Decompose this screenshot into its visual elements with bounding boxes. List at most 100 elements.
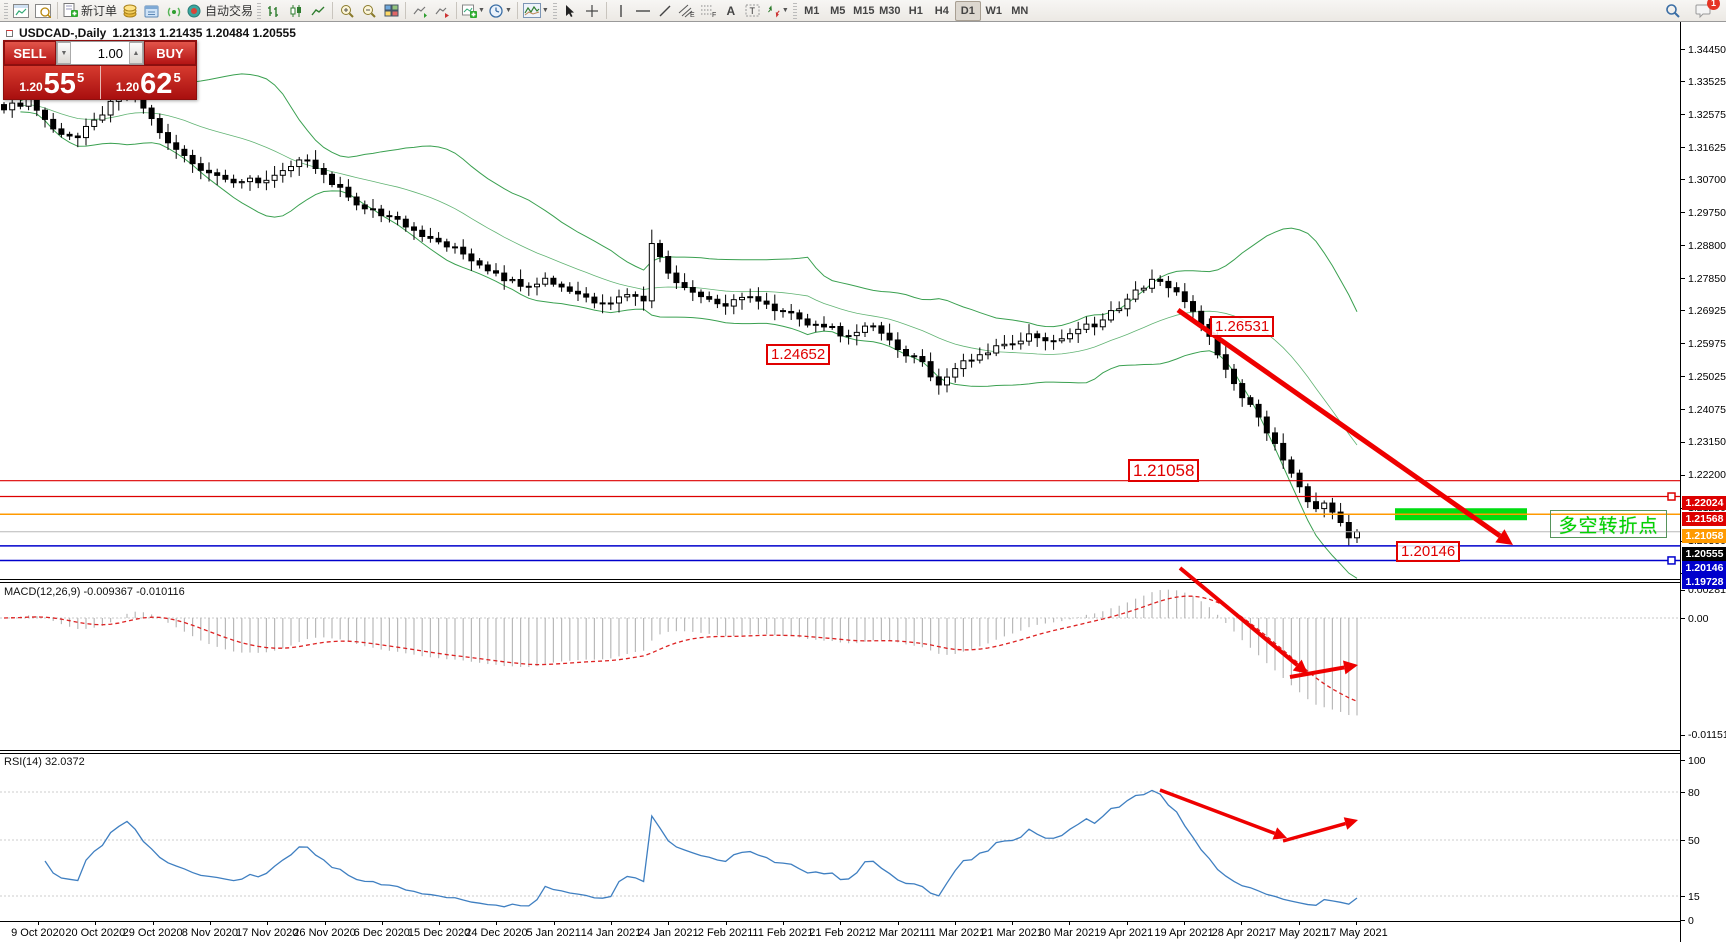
- toolbar-grip[interactable]: [257, 3, 261, 19]
- candle-down: [67, 134, 72, 136]
- new-chart-dropdown[interactable]: ▼: [460, 1, 487, 21]
- price-annotation[interactable]: 1.21058: [1128, 459, 1199, 482]
- toolbar-grip[interactable]: [793, 3, 797, 19]
- trend-arrow-macd-down[interactable]: [1180, 568, 1308, 674]
- trend-note-box[interactable]: 多空转折点: [1550, 510, 1667, 538]
- candle-up: [1355, 532, 1360, 538]
- search-icon[interactable]: [1662, 1, 1684, 21]
- timeframe-button-d1[interactable]: D1: [955, 1, 981, 21]
- macd-signal-line: [4, 596, 1357, 701]
- bollinger-middle-band: [20, 105, 1357, 445]
- tile-windows-icon[interactable]: [380, 1, 402, 21]
- macd-pane[interactable]: [0, 590, 1681, 716]
- line-drag-handle[interactable]: [1668, 557, 1675, 564]
- auto-scroll-icon[interactable]: [409, 1, 431, 21]
- horizontal-line-tool[interactable]: [632, 1, 654, 21]
- chart-area[interactable]: [0, 22, 1681, 922]
- trend-arrow-rsi-down[interactable]: [1160, 790, 1287, 839]
- dropdown-arrow-icon: ▼: [542, 7, 549, 14]
- bollinger-lower-band: [20, 112, 1357, 579]
- price-annotation[interactable]: 1.24652: [766, 344, 830, 365]
- timeframe-button-m30[interactable]: M30: [877, 1, 903, 21]
- vertical-line-tool[interactable]: [610, 1, 632, 21]
- crosshair-icon[interactable]: [581, 1, 603, 21]
- pane-separator[interactable]: [0, 750, 1681, 751]
- main-pane[interactable]: [2, 74, 1528, 578]
- candle-up: [280, 171, 285, 176]
- trend-arrow-main[interactable]: [1178, 310, 1513, 545]
- chart-profile-icon[interactable]: [32, 1, 54, 21]
- data-window-icon[interactable]: [141, 1, 163, 21]
- buy-price-display[interactable]: 1.20 62 5: [101, 66, 197, 99]
- candle-down: [346, 187, 351, 197]
- volume-decrease-button[interactable]: ▼: [57, 42, 71, 64]
- arrows-dropdown[interactable]: ▼: [764, 1, 791, 21]
- timeframe-button-m15[interactable]: M15: [851, 1, 877, 21]
- candle-down: [887, 333, 892, 340]
- timeframe-button-h4[interactable]: H4: [929, 1, 955, 21]
- candle-down: [34, 99, 39, 110]
- clock-icon: [489, 4, 504, 18]
- zoom-in-icon[interactable]: [336, 1, 358, 21]
- trend-arrow-rsi-up[interactable]: [1283, 817, 1358, 841]
- candle-down: [305, 160, 310, 161]
- timeframe-toolbar: M1M5M15M30H1H4D1W1MN: [799, 1, 1033, 21]
- date-axis[interactable]: 9 Oct 202020 Oct 202029 Oct 20208 Nov 20…: [0, 922, 1726, 942]
- chart-shift-icon[interactable]: [431, 1, 453, 21]
- price-annotation[interactable]: 1.20146: [1396, 541, 1460, 562]
- volume-value[interactable]: 1.00: [71, 46, 129, 61]
- candle-down: [526, 286, 531, 287]
- fibonacci-tool[interactable]: F: [698, 1, 720, 21]
- cursor-icon[interactable]: [559, 1, 581, 21]
- timeframe-button-m1[interactable]: M1: [799, 1, 825, 21]
- autotrading-icon: [187, 4, 202, 18]
- candle-up: [1084, 324, 1089, 329]
- market-watch-icon[interactable]: [119, 1, 141, 21]
- new-order-button[interactable]: 新订单: [61, 1, 119, 21]
- sell-price-display[interactable]: 1.20 55 5: [4, 66, 101, 99]
- sell-button[interactable]: SELL: [4, 41, 56, 65]
- profile-glyph: [35, 4, 51, 18]
- timeframe-button-m5[interactable]: M5: [825, 1, 851, 21]
- trendline-tool[interactable]: [654, 1, 676, 21]
- zoom-out-icon[interactable]: [358, 1, 380, 21]
- buy-button[interactable]: BUY: [144, 41, 196, 65]
- notification-button[interactable]: 1: [1692, 1, 1714, 21]
- text-label-tool[interactable]: T: [742, 1, 764, 21]
- timeframe-button-mn[interactable]: MN: [1007, 1, 1033, 21]
- text-tool[interactable]: A: [720, 1, 742, 21]
- chart-window-icon[interactable]: [10, 1, 32, 21]
- period-dropdown[interactable]: ▼: [487, 1, 514, 21]
- autotrading-button[interactable]: 自动交易: [185, 1, 255, 21]
- buy-price-pips: 62: [140, 71, 172, 97]
- toolbar-grip[interactable]: [553, 3, 557, 19]
- candle-up: [986, 353, 991, 355]
- pane-separator[interactable]: [0, 582, 1681, 583]
- line-drag-handle[interactable]: [1668, 493, 1675, 500]
- line-chart-icon[interactable]: [307, 1, 329, 21]
- price-annotation[interactable]: 1.26531: [1210, 316, 1274, 337]
- price-axis[interactable]: 1.344501.335251.325751.316251.307001.297…: [1680, 22, 1726, 942]
- date-tick: [1127, 922, 1128, 925]
- candle-down: [182, 149, 187, 155]
- bar-chart-icon[interactable]: [263, 1, 285, 21]
- candle-down: [1256, 404, 1261, 417]
- equidistant-channel-tool[interactable]: E: [676, 1, 698, 21]
- channel-letter: E: [690, 12, 695, 18]
- candlestick-chart-icon[interactable]: [285, 1, 307, 21]
- indicators-dropdown[interactable]: ▼: [521, 1, 551, 21]
- timeframe-button-w1[interactable]: W1: [981, 1, 1007, 21]
- pane-separator[interactable]: [0, 579, 1681, 580]
- volume-increase-button[interactable]: ▲: [129, 42, 143, 64]
- dropdown-arrow-icon: ▼: [478, 7, 485, 14]
- date-tick: [783, 922, 784, 925]
- rsi-pane[interactable]: [0, 790, 1681, 906]
- candle-down: [658, 244, 663, 257]
- candle-down: [321, 169, 326, 175]
- signals-icon[interactable]: [163, 1, 185, 21]
- candle-up: [863, 326, 868, 332]
- candle-up: [731, 300, 736, 306]
- pane-separator[interactable]: [0, 753, 1681, 754]
- toolbar-grip[interactable]: [4, 3, 8, 19]
- timeframe-button-h1[interactable]: H1: [903, 1, 929, 21]
